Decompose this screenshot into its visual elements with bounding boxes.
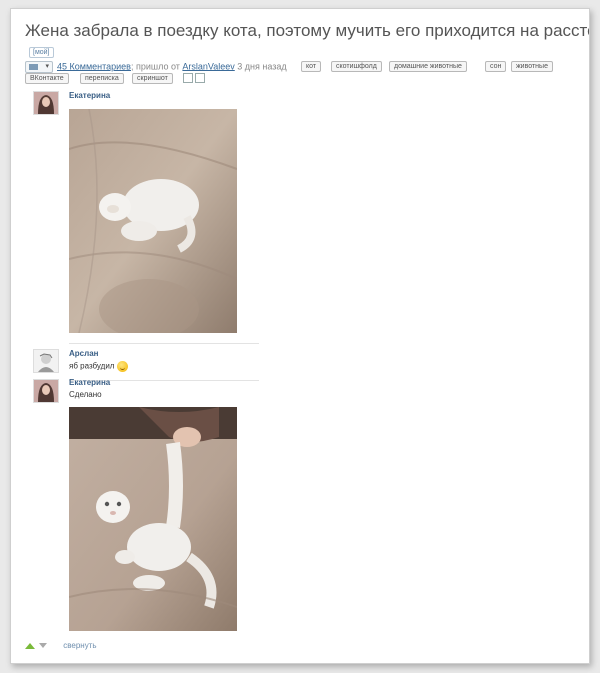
own-post-badge: [мой] bbox=[29, 47, 54, 58]
upvote-icon[interactable] bbox=[25, 642, 35, 649]
message-text: Сделано bbox=[69, 390, 102, 399]
photo-sleeping-cat[interactable] bbox=[69, 109, 237, 333]
message-author[interactable]: Екатерина bbox=[69, 91, 110, 100]
tag-animals[interactable]: животные bbox=[511, 61, 553, 72]
message-text: яб разбудил bbox=[69, 361, 115, 371]
sent-from-label: ; пришло от bbox=[130, 61, 183, 72]
save-icon[interactable] bbox=[183, 73, 193, 83]
time-ago: 3 дня назад bbox=[234, 61, 287, 72]
post-meta: ▾ 45 Комментариев; пришло от ArslanValee… bbox=[25, 61, 287, 73]
collapse-link[interactable]: свернуть bbox=[63, 641, 96, 650]
chevron-down-icon: ▾ bbox=[45, 63, 49, 70]
post-author-link[interactable]: ArslanValeev bbox=[182, 61, 234, 71]
avatar[interactable] bbox=[33, 379, 59, 403]
divider bbox=[69, 343, 259, 344]
post-footer: свернуть bbox=[25, 641, 97, 650]
post-title[interactable]: Жена забрала в поездку кота, поэтому муч… bbox=[25, 21, 589, 41]
add-icon[interactable] bbox=[195, 73, 205, 83]
tag-vkontakte[interactable]: ВКонтакте bbox=[25, 73, 69, 84]
tag-sleep[interactable]: сон bbox=[485, 61, 507, 72]
image-icon bbox=[29, 64, 38, 70]
message-author[interactable]: Арслан bbox=[69, 349, 98, 358]
downvote-icon[interactable] bbox=[39, 643, 47, 649]
tag-scottish-fold[interactable]: скотишфолд bbox=[331, 61, 382, 72]
post-card: Жена забрала в поездку кота, поэтому муч… bbox=[10, 8, 590, 664]
message-author[interactable]: Екатерина bbox=[69, 378, 110, 387]
media-toggle-button[interactable]: ▾ bbox=[25, 61, 53, 73]
message-text-row: яб разбудил bbox=[69, 361, 129, 372]
avatar[interactable] bbox=[33, 91, 59, 115]
tag-screenshot[interactable]: скриншот bbox=[132, 73, 173, 84]
tag-pets[interactable]: домашние животные bbox=[389, 61, 467, 72]
laughing-emoji-icon bbox=[117, 361, 129, 372]
avatar[interactable] bbox=[33, 349, 59, 373]
comments-link[interactable]: 45 Комментариев bbox=[57, 61, 131, 71]
tag-chat[interactable]: переписка bbox=[80, 73, 124, 84]
tag-cat[interactable]: кот bbox=[301, 61, 322, 72]
photo-cat-held-by-tail[interactable] bbox=[69, 407, 237, 631]
